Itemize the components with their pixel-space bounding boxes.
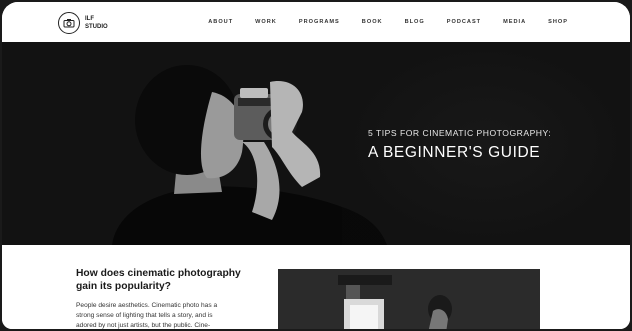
hero-title: A BEGINNER'S GUIDE xyxy=(368,144,541,161)
nav-podcast[interactable]: PODCAST xyxy=(447,19,481,25)
site-logo[interactable]: ILF STUDIO xyxy=(58,12,108,34)
article-body-line-3: adored by not just artists, but the publ… xyxy=(76,322,211,329)
article-body-line-2: strong sense of lighting that tells a st… xyxy=(76,312,213,319)
browser-page: ILF STUDIO ABOUT WORK PROGRAMS BOOK BLOG… xyxy=(2,2,630,329)
site-header: ILF STUDIO ABOUT WORK PROGRAMS BOOK BLOG… xyxy=(2,2,630,42)
article-body: People desire aesthetics. Cinematic phot… xyxy=(76,301,256,329)
nav-book[interactable]: BOOK xyxy=(362,19,383,25)
logo-line-2: STUDIO xyxy=(85,24,108,30)
hero-subtitle: 5 TIPS FOR CINEMATIC PHOTOGRAPHY: xyxy=(368,128,552,138)
article-photo-studio xyxy=(278,269,540,329)
nav-programs[interactable]: PROGRAMS xyxy=(299,19,340,25)
content-section: How does cinematic photography gain its … xyxy=(2,245,630,329)
article-block: How does cinematic photography gain its … xyxy=(76,267,256,329)
nav-about[interactable]: ABOUT xyxy=(208,19,233,25)
nav-work[interactable]: WORK xyxy=(255,19,277,25)
article-heading: How does cinematic photography gain its … xyxy=(76,268,241,292)
hero-banner[interactable]: 5 TIPS FOR CINEMATIC PHOTOGRAPHY: A BEGI… xyxy=(2,42,630,245)
logo-line-1: ILF xyxy=(85,16,94,22)
logo-wordmark: ILF STUDIO xyxy=(85,15,108,31)
nav-blog[interactable]: BLOG xyxy=(405,19,425,25)
nav-shop[interactable]: SHOP xyxy=(548,19,568,25)
main-nav: ABOUT WORK PROGRAMS BOOK BLOG PODCAST ME… xyxy=(186,19,568,25)
studio-lighting-image xyxy=(278,269,540,329)
nav-media[interactable]: MEDIA xyxy=(503,19,526,25)
article-body-line-1: People desire aesthetics. Cinematic phot… xyxy=(76,302,218,309)
camera-logo-icon xyxy=(58,12,80,34)
